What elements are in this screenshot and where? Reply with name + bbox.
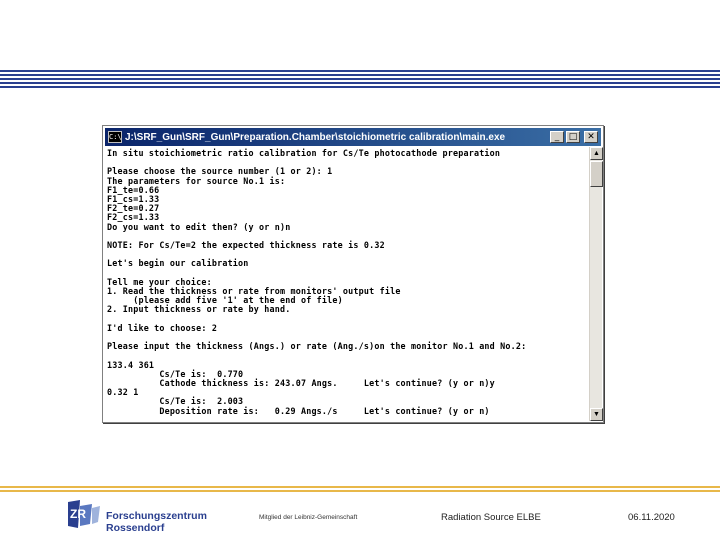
- console-line: Deposition rate is: 0.29 Angs./s Let's c…: [107, 405, 490, 416]
- scroll-down-icon[interactable]: ▼: [590, 408, 603, 421]
- org-name-line2: Rossendorf: [106, 522, 165, 534]
- scroll-thumb[interactable]: [590, 161, 603, 187]
- header-stripe: [0, 78, 720, 80]
- header-stripes: [0, 70, 720, 90]
- console-app-icon[interactable]: C:\: [108, 131, 122, 143]
- console-line: Let's begin our calibration: [107, 258, 249, 269]
- maximize-icon[interactable]: □: [566, 131, 580, 143]
- header-stripe: [0, 74, 720, 76]
- scroll-up-icon[interactable]: ▲: [590, 147, 603, 160]
- footer-source: Radiation Source ELBE: [441, 512, 541, 523]
- vertical-scrollbar[interactable]: ▲ ▼: [589, 147, 603, 421]
- footer-stripe: [0, 490, 720, 492]
- console-line: NOTE: For Cs/Te=2 the expected thickness…: [107, 240, 385, 250]
- window-title: J:\SRF_Gun\SRF_Gun\Preparation.Chamber\s…: [125, 131, 506, 143]
- fzr-logo-icon: ZR: [66, 498, 102, 530]
- console-window[interactable]: C:\ J:\SRF_Gun\SRF_Gun\Preparation.Chamb…: [102, 125, 604, 423]
- console-line: I'd like to choose: 2: [107, 322, 218, 333]
- title-bar[interactable]: C:\ J:\SRF_Gun\SRF_Gun\Preparation.Chamb…: [105, 128, 601, 146]
- console-output[interactable]: In situ stoichiometric ratio calibration…: [105, 147, 589, 421]
- header-stripe: [0, 70, 720, 72]
- console-line: 2. Input thickness or rate by hand.: [107, 304, 291, 315]
- header-stripe: [0, 82, 720, 84]
- console-line: Cathode thickness is: 243.07 Angs. Let's…: [107, 378, 495, 388]
- minimize-icon[interactable]: _: [550, 131, 564, 143]
- header-stripe: [0, 86, 720, 88]
- console-line: Please input the thickness (Angs.) or ra…: [107, 341, 527, 352]
- footer-date: 06.11.2020: [628, 512, 675, 523]
- footer-stripes: [0, 486, 720, 494]
- console-line: In situ stoichiometric ratio calibration…: [107, 148, 501, 158]
- svg-text:ZR: ZR: [70, 507, 86, 521]
- footer-stripe: [0, 486, 720, 488]
- console-line: Do you want to edit then? (y or n)n: [107, 221, 291, 232]
- close-icon[interactable]: ✕: [584, 131, 598, 143]
- org-name-line1: Forschungszentrum: [106, 510, 207, 522]
- footer-member: Mitglied der Leibniz-Gemeinschaft: [259, 514, 358, 521]
